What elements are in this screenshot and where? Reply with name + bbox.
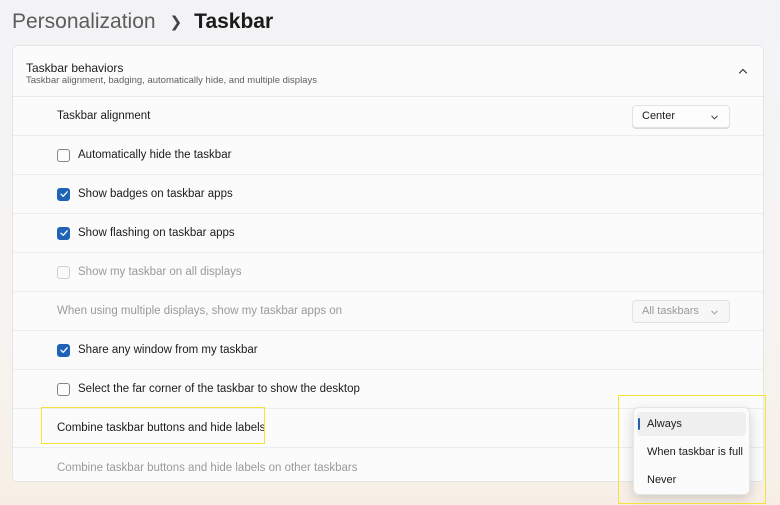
far-corner-label[interactable]: Select the far corner of the taskbar to … bbox=[78, 383, 360, 395]
multi-display-value: All taskbars bbox=[642, 305, 699, 317]
share-window-checkbox[interactable] bbox=[57, 343, 70, 357]
chevron-down-icon bbox=[711, 115, 718, 119]
all-displays-checkbox bbox=[57, 265, 70, 279]
taskbar-behaviors-header[interactable]: Taskbar behaviors Taskbar alignment, bad… bbox=[13, 46, 763, 97]
taskbar-alignment-row: Taskbar alignment Center bbox=[13, 97, 763, 136]
all-displays-row: Show my taskbar on all displays bbox=[13, 253, 763, 292]
auto-hide-label[interactable]: Automatically hide the taskbar bbox=[78, 149, 231, 161]
combine-option-label: Never bbox=[647, 474, 677, 486]
badges-row: Show badges on taskbar apps bbox=[13, 175, 763, 214]
combine-option-label: Always bbox=[647, 418, 682, 430]
combine-label: Combine taskbar buttons and hide labels bbox=[57, 422, 266, 434]
multi-display-row: When using multiple displays, show my ta… bbox=[13, 292, 763, 331]
auto-hide-checkbox[interactable] bbox=[57, 148, 70, 162]
taskbar-alignment-dropdown[interactable]: Center bbox=[632, 104, 730, 128]
chevron-down-icon bbox=[711, 310, 718, 314]
taskbar-alignment-label: Taskbar alignment bbox=[57, 110, 151, 122]
flashing-checkbox[interactable] bbox=[57, 226, 70, 240]
chevron-up-icon[interactable] bbox=[737, 65, 749, 77]
combine-option-never[interactable]: Never bbox=[637, 468, 746, 492]
share-window-label[interactable]: Share any window from my taskbar bbox=[78, 344, 258, 356]
far-corner-checkbox[interactable] bbox=[57, 382, 70, 396]
chevron-right-icon: ❯ bbox=[169, 14, 183, 31]
flashing-row: Show flashing on taskbar apps bbox=[13, 214, 763, 253]
checkmark-icon bbox=[59, 230, 68, 236]
checkmark-icon bbox=[59, 191, 68, 197]
auto-hide-row: Automatically hide the taskbar bbox=[13, 136, 763, 175]
combine-option-always[interactable]: Always bbox=[637, 412, 746, 436]
combine-option-label: When taskbar is full bbox=[647, 446, 743, 458]
badges-checkbox[interactable] bbox=[57, 187, 70, 201]
selection-indicator bbox=[638, 418, 640, 430]
taskbar-alignment-value: Center bbox=[642, 110, 676, 122]
combine-options-menu: Always When taskbar is full Never bbox=[633, 407, 750, 495]
page-title: Taskbar bbox=[194, 10, 274, 33]
all-displays-label: Show my taskbar on all displays bbox=[78, 266, 242, 278]
checkmark-icon bbox=[59, 347, 68, 353]
combine-option-when-full[interactable]: When taskbar is full bbox=[637, 440, 746, 464]
breadcrumb: Personalization ❯ Taskbar bbox=[12, 6, 273, 38]
far-corner-row: Select the far corner of the taskbar to … bbox=[13, 370, 763, 409]
flashing-label[interactable]: Show flashing on taskbar apps bbox=[78, 227, 235, 239]
breadcrumb-parent-link[interactable]: Personalization bbox=[12, 10, 156, 34]
badges-label[interactable]: Show badges on taskbar apps bbox=[78, 188, 233, 200]
section-title: Taskbar behaviors bbox=[26, 61, 124, 75]
multi-display-label: When using multiple displays, show my ta… bbox=[57, 305, 343, 317]
combine-other-label: Combine taskbar buttons and hide labels … bbox=[57, 461, 358, 474]
section-subtitle: Taskbar alignment, badging, automaticall… bbox=[26, 75, 317, 86]
share-window-row: Share any window from my taskbar bbox=[13, 331, 763, 370]
multi-display-dropdown: All taskbars bbox=[632, 299, 730, 323]
